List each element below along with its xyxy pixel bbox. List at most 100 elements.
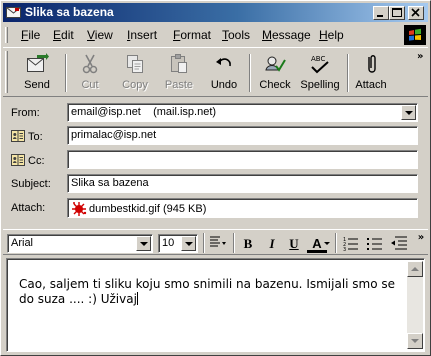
mail-icon — [6, 7, 21, 18]
toolbar-grip[interactable] — [5, 51, 8, 93]
scroll-down-button[interactable] — [407, 333, 423, 349]
toolbar-separator — [203, 233, 205, 253]
window-title: Slika sa bazena — [25, 5, 114, 19]
decrease-indent-icon — [391, 236, 407, 250]
message-headers: From: email@isp.net (mail.isp.net) To: p… — [3, 99, 428, 223]
font-size-combo[interactable]: 10 — [158, 234, 198, 253]
menu-file[interactable]: File — [21, 28, 40, 42]
scroll-up-button[interactable] — [407, 261, 423, 277]
copy-button[interactable]: Copy — [115, 50, 155, 96]
copy-icon — [127, 55, 143, 73]
font-size-dropdown-button[interactable] — [181, 236, 196, 251]
from-dropdown[interactable]: email@isp.net (mail.isp.net) — [67, 103, 418, 122]
from-value: email@isp.net (mail.isp.net) — [71, 106, 217, 118]
body-line-text: do suza .... :) Uživaj — [19, 292, 137, 306]
from-label: From: — [11, 107, 40, 119]
close-button[interactable] — [408, 6, 424, 20]
font-name-combo[interactable]: Arial — [7, 234, 153, 253]
format-toolbar-more-chevron[interactable]: » — [416, 232, 426, 250]
menubar-grip[interactable] — [5, 27, 8, 43]
body-line: Cao, saljem ti sliku koju smo snimili na… — [19, 277, 396, 291]
maximize-button[interactable] — [389, 6, 405, 20]
underline-button[interactable]: U — [287, 234, 301, 252]
font-color-dropdown[interactable] — [323, 234, 331, 252]
message-body-editor[interactable]: Cao, saljem ti sliku koju smo snimili na… — [6, 258, 425, 352]
address-book-icon — [11, 130, 25, 142]
subject-field[interactable]: Slika sa bazena — [67, 174, 418, 193]
check-label: Check — [259, 79, 291, 91]
paste-button[interactable]: Paste — [159, 50, 199, 96]
check-button[interactable]: Check — [255, 50, 295, 96]
to-label: To: — [28, 131, 43, 143]
subject-label: Subject: — [11, 178, 51, 190]
numbering-button[interactable]: 1 2 3 — [341, 234, 361, 253]
to-label-group[interactable]: To: — [11, 130, 43, 143]
spelling-icon: ABC — [311, 55, 329, 74]
font-size-value: 10 — [162, 237, 175, 249]
paragraph-style-button[interactable] — [207, 234, 231, 252]
windows-logo-icon — [404, 25, 426, 45]
bullets-button[interactable] — [365, 234, 385, 252]
menu-insert[interactable]: Insert — [127, 28, 157, 42]
menu-format[interactable]: Format — [173, 28, 211, 42]
to-field[interactable]: primalac@isp.net — [67, 126, 418, 145]
undo-button[interactable]: Undo — [205, 50, 243, 96]
attachment-name: dumbestkid.gif (945 KB) — [89, 202, 207, 215]
minimize-button[interactable] — [373, 6, 389, 20]
copy-label: Copy — [122, 79, 148, 91]
cut-icon — [82, 54, 98, 74]
toolbar-more-chevron[interactable]: » — [417, 51, 423, 62]
address-book-icon — [11, 154, 25, 166]
chevron-down-icon — [411, 339, 419, 343]
toolbar-separator — [335, 233, 337, 253]
decrease-indent-button[interactable] — [389, 234, 409, 252]
menu-help[interactable]: Help — [319, 28, 344, 42]
attach-icon — [368, 55, 376, 73]
maximize-icon — [392, 8, 402, 17]
attach-button[interactable]: Attach — [351, 50, 391, 96]
subject-value: Slika sa bazena — [71, 177, 149, 189]
body-vertical-scrollbar[interactable] — [407, 261, 423, 349]
menu-message[interactable]: Message — [262, 28, 311, 42]
cc-label-group[interactable]: Cc: — [11, 154, 45, 167]
attach-field[interactable]: dumbestkid.gif (945 KB) — [67, 198, 418, 218]
attachment-file-icon — [72, 202, 87, 216]
toolbar-separator — [65, 54, 67, 92]
title-bar[interactable]: Slika sa bazena — [3, 3, 428, 22]
check-icon — [265, 56, 286, 72]
attach-label: Attach — [355, 79, 387, 91]
chevron-up-icon — [411, 267, 419, 271]
minimize-icon — [377, 15, 383, 17]
bold-button[interactable]: B — [241, 234, 255, 252]
undo-label: Undo — [210, 79, 238, 91]
formatting-toolbar: Arial 10 B I U A 1 2 3 » — [3, 229, 428, 255]
message-window: Slika sa bazena File Edit View Insert Fo… — [0, 0, 431, 356]
close-icon — [411, 8, 420, 17]
message-body-text[interactable]: Cao, saljem ti sliku koju smo snimili na… — [19, 277, 397, 307]
italic-button[interactable]: I — [265, 234, 279, 252]
to-value: primalac@isp.net — [71, 129, 157, 141]
attachment-item[interactable]: dumbestkid.gif (945 KB) — [71, 201, 206, 216]
bullets-icon — [367, 238, 382, 250]
text-caret — [136, 292, 138, 305]
paste-icon — [171, 54, 187, 73]
send-button[interactable]: Send — [15, 50, 59, 96]
font-name-dropdown-button[interactable] — [136, 236, 151, 251]
menu-view[interactable]: View — [87, 28, 113, 42]
paste-label: Paste — [164, 79, 194, 91]
standard-toolbar: Send Cut Copy Paste Undo Check ABC Spell… — [3, 47, 428, 97]
toolbar-separator — [233, 233, 235, 253]
menu-tools[interactable]: Tools — [222, 28, 250, 42]
svg-text:ABC: ABC — [311, 55, 325, 63]
cut-button[interactable]: Cut — [73, 50, 107, 96]
spelling-button[interactable]: ABC Spelling — [297, 50, 343, 96]
chevron-down-icon — [140, 242, 148, 246]
menu-bar: File Edit View Insert Format Tools Messa… — [3, 25, 428, 45]
undo-icon — [216, 58, 231, 67]
cut-label: Cut — [81, 79, 99, 91]
cc-field[interactable] — [67, 150, 418, 169]
font-name-value: Arial — [11, 237, 34, 249]
send-label: Send — [24, 79, 50, 91]
menu-edit[interactable]: Edit — [53, 28, 74, 42]
from-dropdown-button[interactable] — [401, 105, 416, 120]
